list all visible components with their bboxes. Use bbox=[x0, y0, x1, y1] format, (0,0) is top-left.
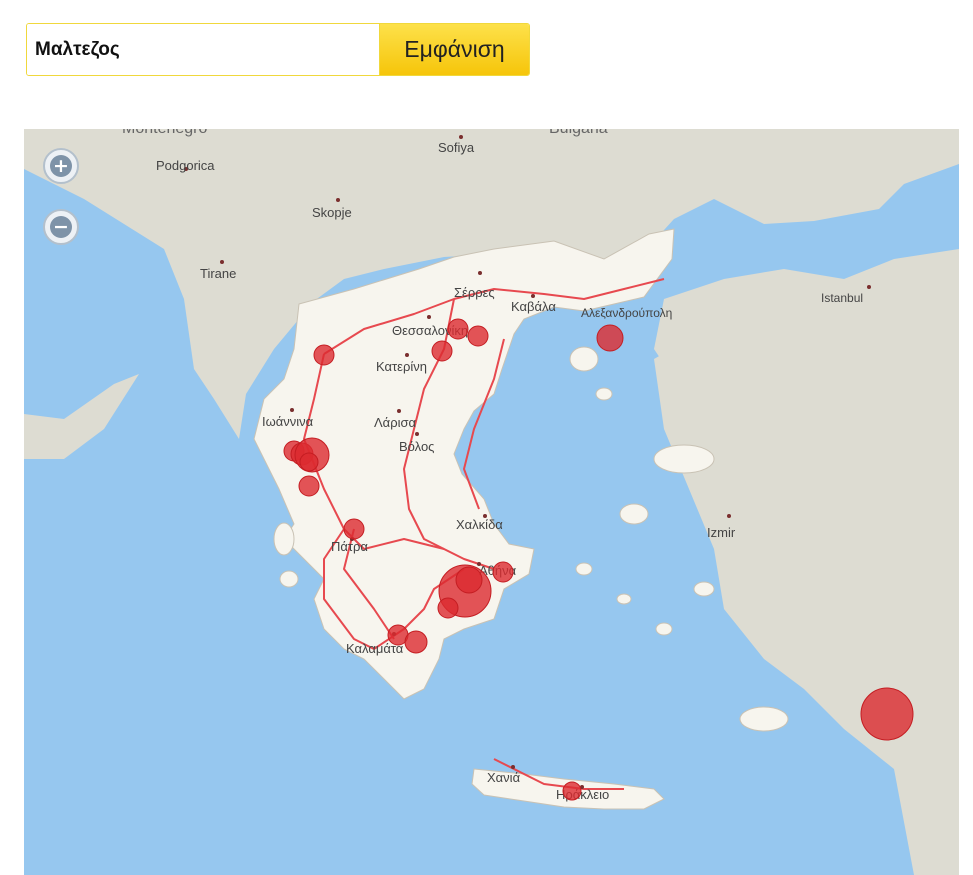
zoom-in-button[interactable]: + bbox=[43, 148, 79, 184]
label-izmir: Izmir bbox=[707, 525, 736, 540]
map-marker[interactable] bbox=[404, 630, 428, 654]
plus-icon: + bbox=[50, 155, 72, 177]
label-volos: Βόλος bbox=[399, 439, 434, 454]
label-tirane: Tirane bbox=[200, 266, 236, 281]
map-canvas: Montenegro Bulgaria Podgorica Sofiya Sko… bbox=[24, 129, 959, 875]
map-marker[interactable] bbox=[860, 687, 914, 741]
map-marker[interactable] bbox=[299, 452, 319, 472]
label-skopje: Skopje bbox=[312, 205, 352, 220]
search-input[interactable] bbox=[27, 24, 380, 75]
map[interactable]: Montenegro Bulgaria Podgorica Sofiya Sko… bbox=[24, 129, 959, 875]
label-alexandroupoli: Αλεξανδρούπολη bbox=[581, 306, 672, 320]
map-marker[interactable] bbox=[447, 318, 469, 340]
label-chalkida: Χαλκίδα bbox=[456, 517, 503, 532]
zoom-out-button[interactable]: − bbox=[43, 209, 79, 245]
label-ioannina: Ιωάννινα bbox=[262, 414, 314, 429]
map-marker[interactable] bbox=[431, 340, 453, 362]
minus-icon: − bbox=[50, 216, 72, 238]
label-serres: Σέρρες bbox=[454, 285, 495, 300]
label-patra: Πάτρα bbox=[331, 539, 368, 554]
label-montenegro: Montenegro bbox=[122, 129, 207, 137]
label-katerini: Κατερίνη bbox=[376, 359, 427, 374]
map-marker[interactable] bbox=[298, 475, 320, 497]
label-podgorica: Podgorica bbox=[156, 158, 215, 173]
label-larisa: Λάρισα bbox=[374, 415, 417, 430]
label-bulgaria: Bulgaria bbox=[549, 129, 608, 137]
label-sofiya: Sofiya bbox=[438, 140, 475, 155]
map-marker[interactable] bbox=[492, 561, 514, 583]
show-button[interactable]: Εμφάνιση bbox=[380, 24, 529, 75]
map-marker[interactable] bbox=[437, 597, 459, 619]
map-marker[interactable] bbox=[343, 518, 365, 540]
map-marker[interactable] bbox=[562, 781, 582, 801]
map-marker[interactable] bbox=[596, 324, 624, 352]
italy-land bbox=[24, 374, 139, 459]
label-istanbul: Istanbul bbox=[821, 291, 863, 305]
map-marker[interactable] bbox=[467, 325, 489, 347]
label-chania: Χανιά bbox=[487, 770, 521, 785]
label-kavala: Καβάλα bbox=[511, 299, 556, 314]
search-bar: Εμφάνιση bbox=[26, 23, 530, 76]
map-marker[interactable] bbox=[313, 344, 335, 366]
map-marker[interactable] bbox=[455, 566, 483, 594]
